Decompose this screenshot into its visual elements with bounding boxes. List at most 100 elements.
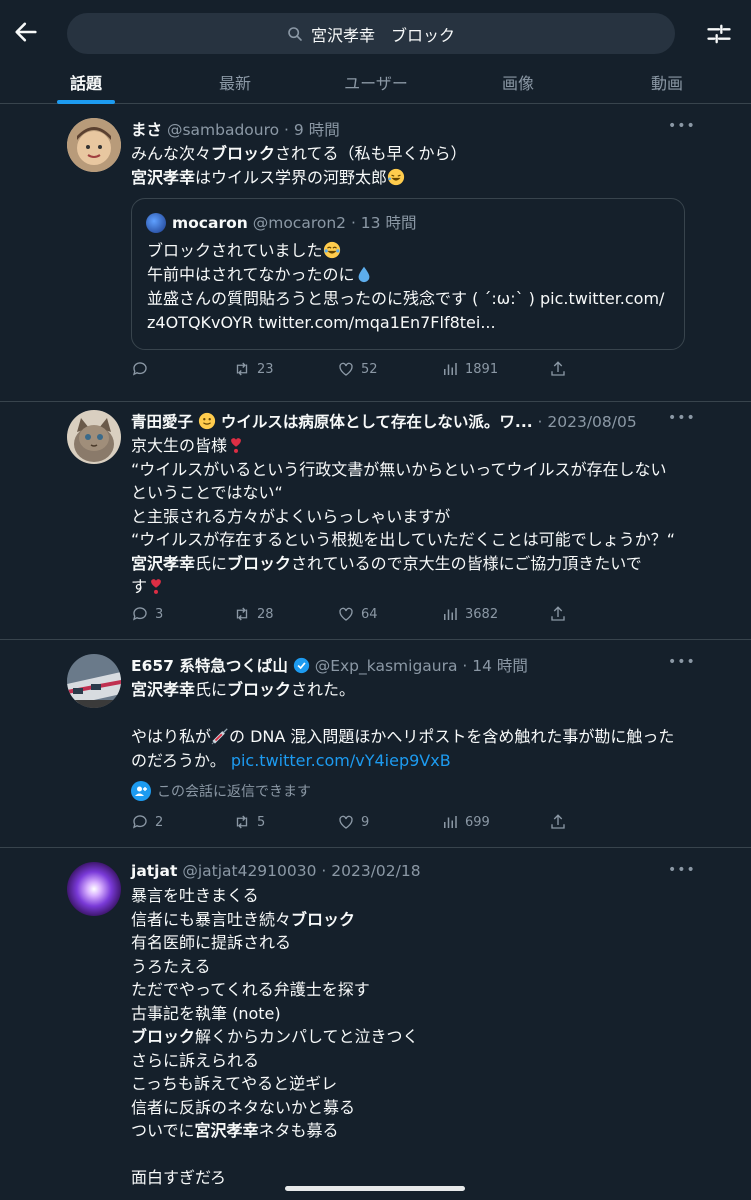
tweet-text: みんな次々ブロックされてる（私も早くから） 宮沢孝幸はウイルス学界の河野太郎 bbox=[131, 142, 681, 189]
avatar[interactable] bbox=[67, 118, 121, 172]
handle-time: @sambadouro · 9 時間 bbox=[166, 121, 340, 139]
like-button[interactable]: 52 bbox=[337, 360, 378, 378]
text-segment: ネタも募る bbox=[258, 1121, 339, 1140]
text-line: 暴言を吐きまくる bbox=[131, 884, 681, 908]
views-button[interactable]: 1891 bbox=[441, 360, 498, 378]
tweet-header: jatjat @jatjat42910030 · 2023/02/18 bbox=[131, 862, 421, 880]
tab-images[interactable]: 画像 bbox=[488, 70, 548, 94]
retweet-button[interactable]: 23 bbox=[233, 360, 274, 378]
like-count: 64 bbox=[361, 606, 378, 622]
verified-badge-icon bbox=[293, 657, 309, 674]
handle-time: · 2023/08/05 bbox=[537, 413, 637, 431]
views-chart-icon bbox=[444, 608, 457, 620]
tweet-actions: 23 52 1891 bbox=[131, 360, 571, 382]
highlighted-term: 宮沢孝幸 bbox=[131, 680, 196, 699]
text-segment: 有名医師に提訴される bbox=[131, 933, 292, 952]
text-line: ブロックされていました bbox=[147, 239, 677, 263]
reply-count: 3 bbox=[155, 606, 164, 622]
more-options-icon[interactable]: ••• bbox=[668, 410, 695, 426]
search-input[interactable]: 宮沢孝幸 ブロック bbox=[67, 13, 675, 54]
text-segment: “ウイルスがいるという行政文書が無いからといってウイルスが存在しない bbox=[131, 459, 667, 479]
text-segment: ブロックされていました bbox=[147, 241, 323, 260]
like-button[interactable]: 9 bbox=[337, 813, 369, 831]
filter-settings-icon[interactable] bbox=[705, 20, 733, 48]
retweet-button[interactable]: 28 bbox=[233, 605, 274, 623]
tab-videos[interactable]: 動画 bbox=[636, 70, 698, 94]
retweet-button[interactable]: 5 bbox=[233, 813, 265, 831]
text-line: さらに訴えられる bbox=[131, 1049, 681, 1073]
text-segment: 暴言を吐きまくる bbox=[131, 886, 259, 905]
tab-top[interactable]: 話題 bbox=[57, 70, 115, 94]
quote-text: ブロックされていました 午前中はされてなかったのに 並盛さんの質問貼ろうと思ったのに… bbox=[147, 239, 677, 335]
text-segment: のだろうか。 bbox=[131, 750, 231, 770]
more-options-icon[interactable]: ••• bbox=[668, 862, 695, 878]
text-segment: の DNA 混入問題ほかへリポストを含め触れた事が勘に触った bbox=[229, 727, 675, 746]
text-line: ただでやってくれる弁護士を探す bbox=[131, 978, 681, 1002]
home-indicator bbox=[285, 1186, 465, 1191]
text-segment: ということではない“ bbox=[131, 483, 283, 502]
more-options-icon[interactable]: ••• bbox=[668, 654, 695, 670]
text-segment: 信者に反訴のネタないかと募る bbox=[131, 1097, 356, 1117]
view-count: 1891 bbox=[465, 361, 499, 377]
text-segment: す bbox=[131, 577, 148, 596]
views-button[interactable]: 699 bbox=[441, 813, 490, 831]
text-segment: “ウイルスが存在するという根拠を出していただくことは可能でしょうか？“ bbox=[131, 530, 676, 549]
like-button[interactable]: 64 bbox=[337, 605, 378, 623]
droplet-emoji bbox=[355, 265, 373, 284]
text-line: と主張される方々がよくいらっしゃいますが bbox=[131, 505, 691, 529]
back-arrow-icon[interactable] bbox=[12, 18, 40, 46]
avatar[interactable] bbox=[67, 410, 121, 464]
view-count: 3682 bbox=[465, 606, 499, 622]
reply-button[interactable] bbox=[131, 360, 155, 378]
text-line bbox=[131, 1143, 681, 1167]
display-name[interactable]: 青田愛子 bbox=[131, 413, 193, 431]
text-line: 京大生の皆様 bbox=[131, 434, 691, 458]
views-chart-icon bbox=[444, 363, 457, 375]
heart-icon bbox=[339, 607, 353, 621]
share-button[interactable] bbox=[549, 360, 567, 378]
retweet-count: 23 bbox=[257, 361, 274, 377]
text-segment: やはり私が bbox=[131, 727, 212, 746]
reply-note-text: この会話に返信できます bbox=[157, 784, 311, 800]
reply-icon bbox=[132, 607, 147, 621]
reply-icon bbox=[132, 362, 147, 376]
tweet-actions: 2 5 9 699 bbox=[131, 813, 571, 835]
tweet-link[interactable]: pic.twitter.com/vY4iep9VxB bbox=[231, 751, 451, 770]
tab-latest[interactable]: 最新 bbox=[200, 70, 270, 94]
quote-avatar bbox=[146, 213, 166, 233]
text-segment: 京大生の皆様 bbox=[131, 436, 228, 455]
display-name[interactable]: E657 系特急つくば山 bbox=[131, 657, 288, 675]
tweet[interactable]: まさ @sambadouro · 9 時間 ••• みんな次々ブロックされてる（… bbox=[0, 104, 751, 402]
mentioned-users-icon bbox=[131, 781, 151, 801]
share-button[interactable] bbox=[549, 813, 567, 831]
more-options-icon[interactable]: ••• bbox=[668, 118, 695, 134]
tweet-text: 京大生の皆様 “ウイルスがいるという行政文書が無いからといってウイルスが存在しない… bbox=[131, 434, 691, 599]
view-count: 699 bbox=[465, 814, 490, 830]
text-line: “ウイルスが存在するという根拠を出していただくことは可能でしょうか？“ bbox=[131, 528, 691, 552]
reply-button[interactable]: 2 bbox=[131, 813, 163, 831]
text-segment: こっちも訴えてやると逆ギレ bbox=[131, 1074, 338, 1093]
tab-users[interactable]: ユーザー bbox=[330, 70, 422, 94]
retweet-icon bbox=[236, 607, 248, 621]
display-name-suffix: ウイルスは病原体として存在しない派。ワ... bbox=[220, 413, 533, 431]
share-button[interactable] bbox=[549, 605, 567, 623]
avatar[interactable] bbox=[67, 862, 121, 916]
highlighted-term: ブロック bbox=[291, 909, 356, 929]
reply-button[interactable]: 3 bbox=[131, 605, 163, 623]
text-segment: されてる（私も早くから） bbox=[275, 144, 467, 163]
text-line: 宮沢孝幸氏にブロックされているので京大生の皆様にご協力頂きたいで bbox=[131, 552, 691, 576]
views-button[interactable]: 3682 bbox=[441, 605, 498, 623]
text-segment: さらに訴えられる bbox=[131, 1050, 260, 1070]
display-name[interactable]: jatjat bbox=[131, 862, 177, 880]
text-segment: みんな次々 bbox=[131, 144, 212, 163]
text-segment: 古事記を執筆 (note) bbox=[131, 1003, 281, 1023]
like-count: 9 bbox=[361, 814, 370, 830]
text-segment: 氏に bbox=[195, 680, 228, 699]
tweet[interactable]: E657 系特急つくば山 @Exp_kasmigaura · 14 時間 •••… bbox=[0, 640, 751, 848]
avatar[interactable] bbox=[67, 654, 121, 708]
quoted-tweet[interactable]: mocaron @mocaron2 · 13 時間 ブロックされていました 午前中… bbox=[131, 198, 685, 350]
tweet[interactable]: jatjat @jatjat42910030 · 2023/02/18 ••• … bbox=[0, 848, 751, 1200]
tweet[interactable]: 青田愛子 ウイルスは病原体として存在しない派。ワ... · 2023/08/05… bbox=[0, 402, 751, 640]
display-name[interactable]: まさ bbox=[131, 121, 162, 139]
text-line: 宮沢孝幸氏にブロックされた。 bbox=[131, 678, 691, 702]
